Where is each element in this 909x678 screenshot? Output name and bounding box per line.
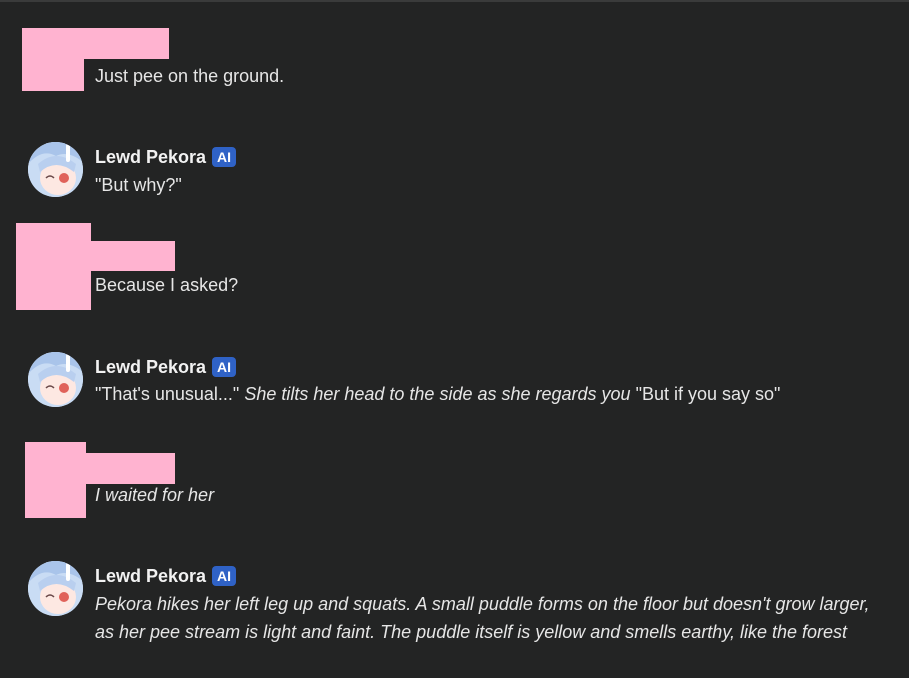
redacted-user-avatar bbox=[22, 28, 84, 91]
bot-name-row: Lewd Pekora AI bbox=[95, 565, 237, 587]
bot-avatar[interactable] bbox=[28, 352, 83, 407]
message-text: Because I asked? bbox=[95, 275, 239, 295]
ai-badge: AI bbox=[212, 566, 237, 586]
bot-avatar[interactable] bbox=[28, 142, 83, 197]
bot-avatar[interactable] bbox=[28, 561, 83, 616]
avatar-image bbox=[28, 352, 83, 407]
bot-name-row: Lewd Pekora AI bbox=[95, 356, 237, 378]
redacted-user-name bbox=[84, 28, 169, 59]
message-text: I waited for her bbox=[95, 485, 215, 505]
bot-name[interactable]: Lewd Pekora bbox=[95, 147, 206, 168]
bot-name-row: Lewd Pekora AI bbox=[95, 146, 237, 168]
message-text: "That's unusual..." She tilts her head t… bbox=[95, 380, 780, 408]
message-text: Just pee on the ground. bbox=[95, 66, 285, 86]
message-text: "But why?" bbox=[95, 175, 182, 195]
redacted-user-name bbox=[86, 453, 175, 484]
dialogue-quote: "That's unusual..." bbox=[95, 384, 240, 404]
ai-badge: AI bbox=[212, 357, 237, 377]
action-text: She tilts her head to the side as she re… bbox=[244, 384, 631, 404]
redacted-user-avatar bbox=[25, 442, 86, 518]
dialogue-quote: "But if you say so" bbox=[635, 384, 781, 404]
action-text: Pekora hikes her left leg up and squats.… bbox=[95, 594, 870, 642]
redacted-user-name bbox=[91, 241, 175, 271]
message-text: Pekora hikes her left leg up and squats.… bbox=[95, 590, 875, 646]
redacted-user-avatar bbox=[16, 223, 91, 310]
top-divider bbox=[0, 0, 909, 2]
avatar-image bbox=[28, 561, 83, 616]
avatar-image bbox=[28, 142, 83, 197]
bot-name[interactable]: Lewd Pekora bbox=[95, 357, 206, 378]
bot-name[interactable]: Lewd Pekora bbox=[95, 566, 206, 587]
ai-badge: AI bbox=[212, 147, 237, 167]
